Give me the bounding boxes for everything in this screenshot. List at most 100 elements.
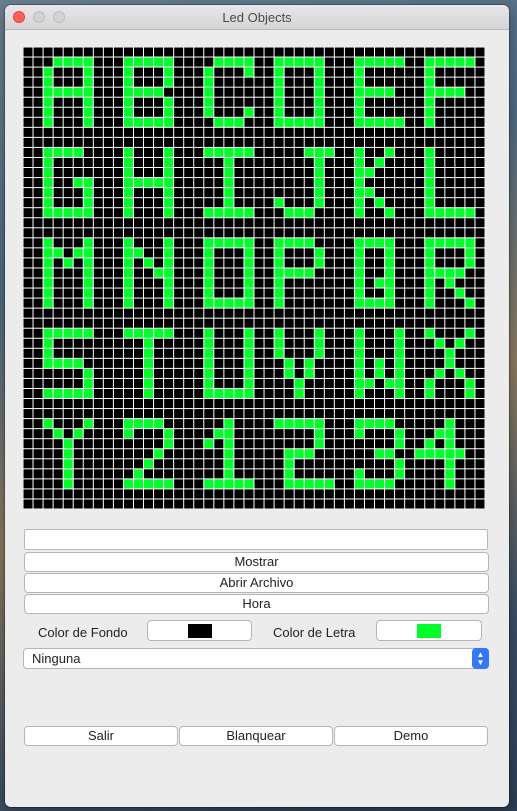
led-off xyxy=(465,268,475,278)
led-on xyxy=(123,168,133,178)
led-off xyxy=(234,278,244,288)
led-off xyxy=(445,368,455,378)
led-off xyxy=(33,348,43,358)
led-off xyxy=(244,77,254,87)
led-off xyxy=(395,298,405,308)
led-off xyxy=(93,238,103,248)
led-on xyxy=(214,57,224,67)
led-on xyxy=(314,157,324,168)
led-off xyxy=(53,308,63,318)
blanquear-button[interactable]: Blanquear xyxy=(179,726,333,746)
led-off xyxy=(244,409,254,419)
led-off xyxy=(244,228,254,238)
led-off xyxy=(334,449,344,459)
led-off xyxy=(133,278,144,288)
led-off xyxy=(93,228,103,238)
led-off xyxy=(234,318,244,328)
led-off xyxy=(43,479,53,489)
led-off xyxy=(224,499,234,509)
led-off xyxy=(83,459,93,469)
led-off xyxy=(234,87,244,97)
led-on xyxy=(123,288,133,298)
salir-button[interactable]: Salir xyxy=(24,726,178,746)
led-on xyxy=(354,278,364,288)
led-on xyxy=(214,429,224,439)
led-off xyxy=(144,218,154,228)
led-on xyxy=(274,419,284,429)
led-on xyxy=(354,348,364,358)
led-off xyxy=(184,67,194,77)
led-off xyxy=(43,57,53,67)
led-off xyxy=(113,178,123,188)
led-on xyxy=(144,459,154,469)
led-on xyxy=(43,388,53,399)
led-off xyxy=(33,358,43,368)
led-off xyxy=(455,188,465,198)
led-off xyxy=(224,328,234,338)
led-off xyxy=(344,429,354,439)
led-on xyxy=(445,419,455,429)
led-off xyxy=(174,97,184,107)
led-off xyxy=(475,127,485,137)
led-off xyxy=(53,178,63,188)
text-input[interactable] xyxy=(24,529,488,550)
led-on xyxy=(274,198,284,208)
effect-select[interactable]: Ninguna ▲ ▼ xyxy=(23,648,489,669)
led-off xyxy=(304,97,314,107)
led-off xyxy=(455,198,465,208)
led-off xyxy=(344,358,354,368)
led-on xyxy=(445,449,455,459)
color-de-letra-button[interactable] xyxy=(376,620,482,641)
led-off xyxy=(465,308,475,318)
led-off xyxy=(174,288,184,298)
led-off xyxy=(174,127,184,137)
led-off xyxy=(63,318,73,328)
led-on xyxy=(425,57,435,67)
led-off xyxy=(113,97,123,107)
led-off xyxy=(465,168,475,178)
led-off xyxy=(465,399,475,409)
led-off xyxy=(53,238,63,248)
led-on xyxy=(425,378,435,388)
led-on xyxy=(425,238,435,248)
led-on xyxy=(133,117,144,127)
led-off xyxy=(465,188,475,198)
led-off xyxy=(445,288,455,298)
led-off xyxy=(154,399,164,409)
led-off xyxy=(23,378,33,388)
led-on xyxy=(274,97,284,107)
abrir-archivo-button[interactable]: Abrir Archivo xyxy=(24,573,489,593)
led-on xyxy=(284,57,294,67)
led-off xyxy=(425,399,435,409)
led-on xyxy=(204,147,214,157)
led-off xyxy=(455,278,465,288)
led-off xyxy=(103,388,113,399)
led-off xyxy=(324,198,334,208)
mostrar-button[interactable]: Mostrar xyxy=(24,552,489,572)
led-off xyxy=(254,439,264,449)
led-off xyxy=(294,368,304,378)
led-off xyxy=(324,328,334,338)
led-off xyxy=(63,238,73,248)
led-off xyxy=(43,489,53,499)
color-de-fondo-button[interactable] xyxy=(147,620,252,641)
led-off xyxy=(334,419,344,429)
led-off xyxy=(385,338,395,348)
led-off xyxy=(415,57,425,67)
led-off xyxy=(184,127,194,137)
led-off xyxy=(174,248,184,258)
hora-button[interactable]: Hora xyxy=(24,594,489,614)
led-off xyxy=(465,198,475,208)
led-off xyxy=(33,399,43,409)
led-off xyxy=(33,388,43,399)
led-off xyxy=(133,168,144,178)
demo-button[interactable]: Demo xyxy=(334,726,488,746)
led-off xyxy=(214,228,224,238)
led-off xyxy=(214,489,224,499)
led-off xyxy=(334,248,344,258)
led-off xyxy=(314,228,324,238)
led-off xyxy=(154,308,164,318)
led-off xyxy=(314,449,324,459)
led-off xyxy=(93,268,103,278)
led-off xyxy=(344,338,354,348)
